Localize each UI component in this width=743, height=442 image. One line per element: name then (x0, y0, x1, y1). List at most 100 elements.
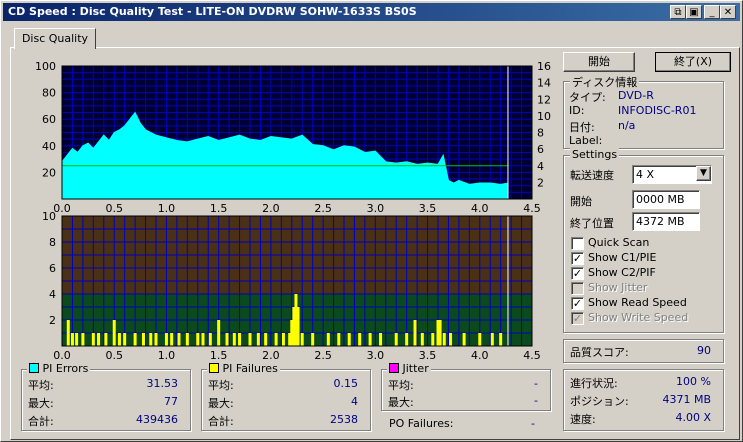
settings-group: Settings 転送速度 4 X ▼ 開始 0000 MB 終了位置 4372… (563, 148, 724, 333)
checkbox-label: Show Read Speed (588, 296, 687, 309)
pi-failures-bar (70, 333, 74, 346)
y2-tick-label: 14 (537, 77, 551, 90)
jitter-title: Jitter (402, 362, 429, 375)
pi-failures-bar (420, 333, 424, 346)
pi-failures-bar (368, 333, 372, 346)
x-tick-label: 2.5 (314, 202, 332, 215)
current-speed-value: 4.00 X (675, 411, 711, 424)
po-failures-label: PO Failures: (389, 417, 454, 430)
x-tick-label: 2.0 (262, 349, 280, 362)
window-title: CD Speed : Disc Quality Test - LITE-ON D… (8, 5, 417, 18)
x-tick-label: 1.5 (210, 349, 228, 362)
x-tick-label: 4.0 (471, 202, 489, 215)
x-tick-label: 3.0 (367, 202, 385, 215)
x-tick-label: 3.0 (367, 349, 385, 362)
pi-errors-group: PI Errors 平均: 31.53 最大: 77 合計: 439436 (21, 362, 191, 431)
quality-score-value: 90 (697, 344, 711, 357)
pi-failures-title: PI Failures (222, 362, 278, 375)
jitter-group: Jitter 平均: - 最大: - (381, 362, 551, 411)
start-position-input[interactable]: 0000 MB (632, 190, 700, 209)
pi-failures-bar (149, 333, 153, 346)
pi-errors-chart: 204060801002468101214160.0 0.5 1.0 1.5 2.0 2.… (35, 60, 551, 215)
pi-failures-bar (442, 333, 446, 346)
pi-failures-bar (311, 333, 315, 346)
minimize-button[interactable]: _ (704, 5, 720, 19)
pi-failures-bar (264, 333, 268, 346)
pi-failures-bar (499, 333, 503, 346)
checkbox-show-c2-pif[interactable]: ✓ (571, 267, 584, 280)
checkbox-quick-scan[interactable] (571, 237, 584, 250)
pi-errors-total-label: 合計: (28, 415, 54, 428)
id-label: ID: (569, 104, 585, 117)
pi-failures-bar (337, 333, 341, 346)
x-tick-label: 4.5 (523, 349, 541, 362)
checkbox-label: Show C2/PIF (588, 266, 656, 279)
jitter-title-wrap: Jitter (387, 362, 431, 375)
title-bar[interactable]: CD Speed : Disc Quality Test - LITE-ON D… (3, 3, 740, 21)
y2-tick-label: 16 (537, 60, 551, 73)
y-tick-label: 2 (49, 314, 56, 327)
y2-tick-label: 2 (537, 176, 544, 189)
disc-quality-chart: 20 40 60 80 100 2 4 6 8 10 12 14 16 0.0 0.5 1.0 1.5 2.0 2.… (35, 60, 551, 362)
pi-failures-max-label: 最大: (208, 397, 234, 410)
pi-failures-avg-label: 平均: (208, 379, 234, 392)
speed-select[interactable]: 4 X ▼ (632, 165, 712, 184)
pi-errors-title-wrap: PI Errors (27, 362, 91, 375)
pi-failures-bar (394, 333, 398, 346)
jitter-avg-label: 平均: (388, 379, 414, 392)
pi-failures-avg: 0.15 (333, 377, 359, 390)
x-tick-label: 0.0 (53, 349, 71, 362)
type-label: タイプ: (569, 91, 606, 104)
chevron-down-icon[interactable]: ▼ (696, 166, 711, 181)
pi-failures-total-label: 合計: (208, 415, 234, 428)
x-tick-label: 4.5 (523, 202, 541, 215)
pi-failures-bar (164, 333, 168, 346)
pi-failures-bar (449, 333, 453, 346)
pi-failures-bar (347, 333, 351, 346)
current-speed-label: 速度: (570, 413, 596, 426)
jitter-max-label: 最大: (388, 396, 414, 409)
y-tick-label: 100 (35, 60, 56, 73)
end-position-label: 終了位置 (570, 217, 614, 230)
x-tick-label: 1.0 (158, 349, 176, 362)
checkbox-label: Quick Scan (588, 236, 650, 249)
pi-failures-bar (196, 333, 200, 346)
checkbox-show-c1-pie[interactable]: ✓ (571, 252, 584, 265)
y2-tick-label: 4 (537, 160, 544, 173)
x-tick-label: 1.0 (158, 202, 176, 215)
x-tick-label: 0.5 (105, 202, 123, 215)
jitter-swatch (389, 363, 399, 373)
pi-failures-chart: 2 4 6 8 10 0.0 0.5 1.0 1.5 2.0 2.5 3.0 3.5 4.0 4.5 (42, 210, 541, 362)
checkbox-label: Show Write Speed (588, 311, 689, 324)
y-tick-label: 40 (42, 140, 56, 153)
pi-failures-bar (225, 333, 229, 346)
pi-failures-bar (300, 333, 304, 346)
jitter-avg: - (534, 377, 538, 390)
x-tick-label: 3.5 (419, 349, 437, 362)
copy-icon[interactable]: ⧉ (670, 5, 686, 19)
speed-label: 転送速度 (570, 169, 614, 182)
close-button[interactable]: ✕ (720, 5, 736, 19)
label-label: Label: (569, 134, 603, 147)
end-position-input[interactable]: 4372 MB (632, 212, 700, 231)
checkbox-show-read-speed[interactable]: ✓ (571, 297, 584, 310)
start-button[interactable]: 開始 (563, 52, 635, 72)
pi-errors-total: 439436 (136, 413, 178, 426)
pi-failures-total: 2538 (330, 413, 358, 426)
quality-score-label: 品質スコア: (570, 346, 629, 359)
pi-errors-avg-label: 平均: (28, 379, 54, 392)
y-tick-label: 4 (49, 288, 56, 301)
y-tick-label: 6 (49, 262, 56, 275)
pi-failures-group: PI Failures 平均: 0.15 最大: 4 合計: 2538 (201, 362, 371, 431)
progress-group: 進行状況: 100 % ポジション: 4371 MB 速度: 4.00 X (563, 369, 724, 431)
pi-failures-bar (91, 333, 95, 346)
pi-failures-bar (154, 333, 158, 346)
tab-disc-quality[interactable]: Disc Quality (14, 28, 96, 49)
pi-errors-swatch (29, 363, 39, 373)
pi-failures-bar (112, 320, 116, 346)
position-value: 4371 MB (662, 393, 711, 406)
stop-button[interactable]: 終了(X) (655, 52, 731, 72)
pi-failures-bar (431, 333, 435, 346)
pi-failures-bar (358, 333, 362, 346)
save-icon[interactable]: ▣ (686, 5, 702, 19)
